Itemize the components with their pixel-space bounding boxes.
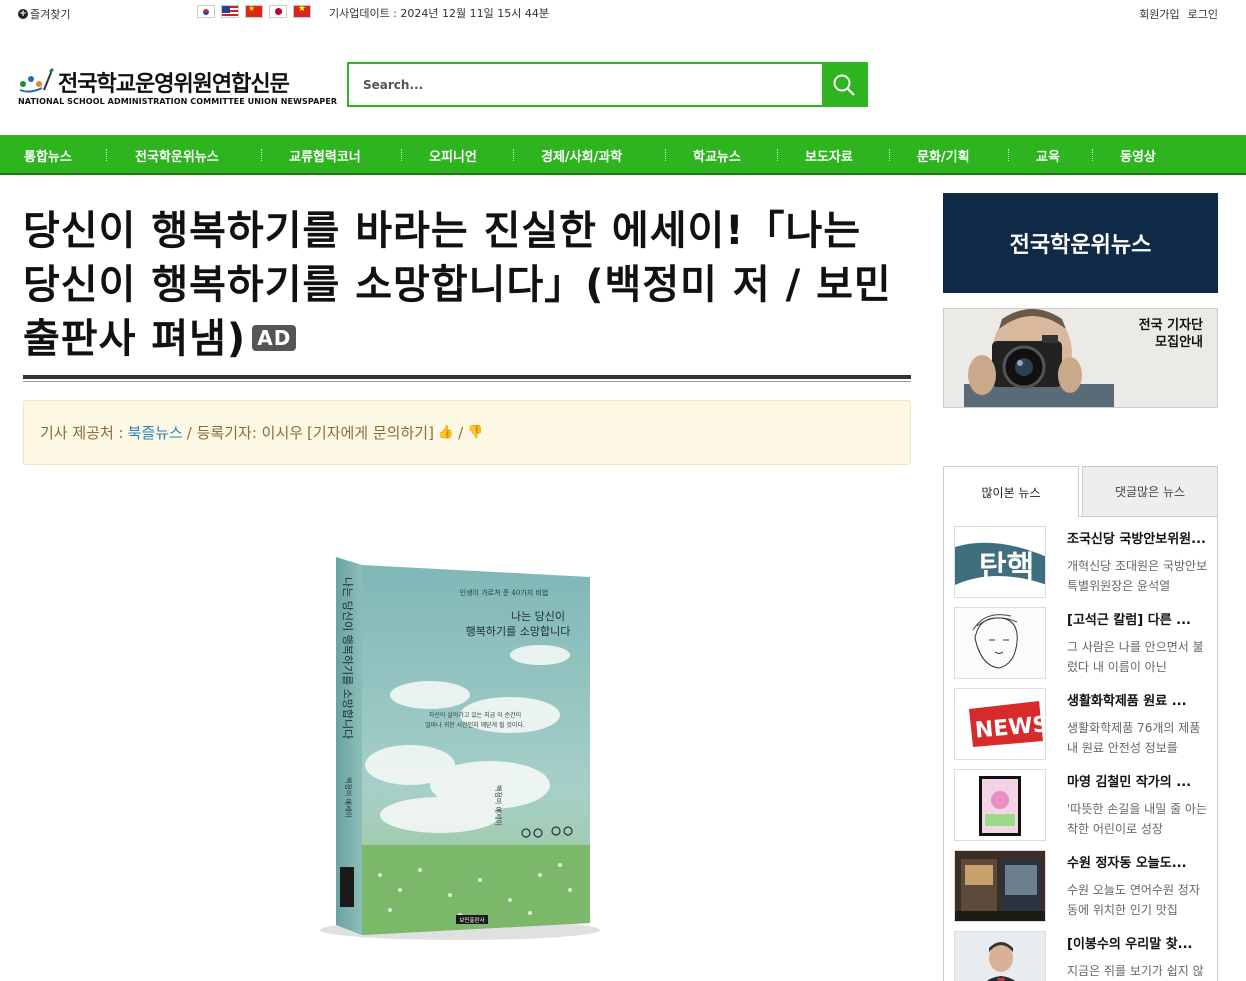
nav-item-video[interactable]: 동영상	[1120, 146, 1156, 165]
cover-publisher: 보민출판사	[459, 916, 484, 924]
recruit-line1: 전국 기자단	[1138, 318, 1203, 333]
headline-text: 당신이 행복하기를 바라는 진실한 에세이!「나는 당신이 행복하기를 소망합니…	[23, 208, 892, 362]
news-title: [이봉수의 우리말 찾...	[1067, 937, 1193, 952]
news-desc: '따뜻한 손길을 내밀 줄 아는 착한 어린이로 성장	[1067, 802, 1207, 836]
china-flag-icon[interactable]	[245, 5, 263, 18]
news-sign-thumb: NEWS	[954, 688, 1046, 760]
list-item[interactable]: 마영 김철민 작가의 ... '따뜻한 손길을 내밀 줄 아는 착한 어린이로 …	[954, 769, 1216, 844]
cover-author: 백정미 에세이	[494, 785, 503, 826]
recruit-text: 전국 기자단 모집안내	[1139, 317, 1203, 351]
nav-divider	[1008, 149, 1009, 161]
language-selector	[197, 5, 311, 18]
search-bar	[347, 62, 868, 107]
korean-flag-icon[interactable]	[197, 5, 215, 18]
search-input[interactable]	[349, 64, 822, 105]
cover-blurb-line2: 얼마나 귀한 시간인지 깨닫게 될 것이다.	[425, 721, 525, 729]
news-tabs: 많이본 뉴스 댓글많은 뉴스	[943, 466, 1218, 517]
news-title: 수원 정자동 오늘도...	[1067, 856, 1187, 871]
title-divider-thin	[23, 381, 911, 382]
plus-icon: +	[18, 9, 28, 19]
restaurant-thumb	[954, 850, 1046, 922]
cover-title-line1: 나는 당신이	[511, 610, 565, 623]
news-title: 조국신당 국방안보위원...	[1067, 532, 1206, 547]
nav-item-integrated-news[interactable]: 통합뉴스	[24, 146, 72, 165]
reporter-recruit-banner[interactable]: 전국 기자단 모집안내	[943, 308, 1218, 408]
nav-divider	[665, 149, 666, 161]
us-flag-icon[interactable]	[221, 5, 239, 18]
news-desc: 수원 오늘도 연어수원 정자동에 위치한 인기 맛집	[1067, 883, 1200, 917]
recruit-line2: 모집안내	[1155, 335, 1203, 350]
contact-reporter-link[interactable]: [기자에게 문의하기]	[307, 422, 434, 443]
nav-divider	[889, 149, 890, 161]
provider-label: 기사 제공처 :	[40, 424, 124, 442]
reporter-label: / 등록기자: 이시우	[186, 424, 304, 442]
news-title: [고석근 칼럼] 다른 ...	[1067, 613, 1191, 628]
search-icon	[833, 74, 855, 96]
impeachment-thumb: 탄핵	[954, 526, 1046, 598]
nav-item-culture[interactable]: 문화/기획	[917, 146, 970, 165]
nav-item-opinion[interactable]: 오피니언	[429, 146, 477, 165]
site-logo[interactable]: 전국학교운영위원연합신문 NATIONAL SCHOOL ADMINISTRAT…	[18, 66, 337, 110]
thumbs-up-icon[interactable]: 👍	[438, 425, 454, 440]
auth-links: 회원가입 로그인	[1139, 6, 1218, 22]
main-nav: 통합뉴스 전국학운위뉴스 교류협력코너 오피니언 경제/사회/과학 학교뉴스 보…	[0, 135, 1246, 175]
nav-divider	[401, 149, 402, 161]
news-desc: 생활화학제품 76개의 제품 내 원료 안전성 정보를	[1067, 721, 1201, 755]
tab-most-viewed[interactable]: 많이본 뉴스	[943, 466, 1079, 517]
list-item[interactable]: [고석근 칼럼] 다른 ... 그 사람은 나를 안으면서 불렀다 내 이름이 …	[954, 607, 1216, 682]
nav-item-school-committee-news[interactable]: 전국학운위뉴스	[135, 146, 219, 165]
cover-tagline: 인생이 가르쳐 준 40가지 비법	[460, 588, 549, 597]
thumb-text: 탄핵	[979, 550, 1034, 585]
news-desc: 개혁신당 조대원은 국방안보특별위원장은 윤석열	[1067, 559, 1208, 593]
school-committee-news-banner[interactable]: 전국학운위뉴스	[943, 193, 1218, 293]
nav-divider	[777, 149, 778, 161]
nav-item-education[interactable]: 교육	[1036, 146, 1060, 165]
list-item[interactable]: 탄핵 조국신당 국방안보위원... 개혁신당 조대원은 국방안보특별위원장은 윤…	[954, 526, 1216, 601]
search-button[interactable]	[822, 64, 866, 105]
logo-mark-icon	[19, 68, 54, 93]
login-link[interactable]: 로그인	[1188, 6, 1218, 22]
favorite-link[interactable]: + 즐겨찾기	[18, 6, 70, 22]
vote-separator: /	[458, 423, 464, 442]
top-bar: + 즐겨찾기 기사업데이트 : 2024년 12월 11일 15시 44분 회원…	[0, 0, 1246, 26]
news-title: 마영 김철민 작가의 ...	[1067, 775, 1192, 790]
nav-item-school-news[interactable]: 학교뉴스	[693, 146, 741, 165]
title-divider	[23, 375, 911, 379]
sketch-portrait-thumb	[954, 607, 1046, 679]
thumbs-down-icon[interactable]: 👎	[467, 425, 483, 440]
book-cover-image: 인생이 가르쳐 준 40가지 비법 나는 당신이 행복하기를 소망합니다 자신이…	[290, 545, 650, 945]
nav-item-economy[interactable]: 경제/사회/과학	[541, 146, 622, 165]
list-item[interactable]: NEWS 생활화학제품 원료 ... 생활화학제품 76개의 제품 내 원료 안…	[954, 688, 1216, 763]
japan-flag-icon[interactable]	[269, 5, 287, 18]
nav-divider	[513, 149, 514, 161]
logo-title: 전국학교운영위원연합신문	[58, 72, 290, 97]
article-byline: 기사 제공처 : 북즐뉴스 / 등록기자: 이시우 [기자에게 문의하기] 👍 …	[23, 400, 911, 465]
ad-badge: AD	[252, 325, 297, 351]
tab-most-commented[interactable]: 댓글많은 뉴스	[1082, 466, 1218, 517]
favorite-label: 즐겨찾기	[30, 8, 71, 21]
signup-link[interactable]: 회원가입	[1139, 6, 1179, 22]
list-item[interactable]: 수원 정자동 오늘도... 수원 오늘도 연어수원 정자동에 위치한 인기 맛집	[954, 850, 1216, 925]
article-headline: 당신이 행복하기를 바라는 진실한 에세이!「나는 당신이 행복하기를 소망합니…	[23, 204, 913, 366]
vietnam-flag-icon[interactable]	[293, 5, 311, 18]
news-desc: 그 사람은 나를 안으면서 불렀다 내 이름이 아닌	[1067, 640, 1204, 674]
nav-divider	[106, 149, 107, 161]
book-thumb	[954, 769, 1046, 841]
list-item[interactable]: [이봉수의 우리말 찾... 지금은 쥐를 보기가 쉽지 않다	[954, 931, 1216, 981]
nav-item-press-release[interactable]: 보도자료	[805, 146, 853, 165]
nav-item-exchange-corner[interactable]: 교류협력코너	[289, 146, 361, 165]
spine-title: 나는 당신이 행복하기를 소망합니다	[341, 577, 355, 739]
logo-subtitle: NATIONAL SCHOOL ADMINISTRATION COMMITTEE…	[18, 97, 338, 106]
news-desc: 지금은 쥐를 보기가 쉽지 않다	[1067, 964, 1204, 978]
cover-blurb-line1: 자신이 살아가고 있는 지금 이 순간이	[429, 711, 521, 719]
portrait-thumb	[954, 931, 1046, 981]
nav-divider	[1092, 149, 1093, 161]
update-timestamp: 기사업데이트 : 2024년 12월 11일 15시 44분	[329, 7, 549, 20]
provider-link[interactable]: 북즐뉴스	[128, 422, 183, 443]
nav-divider	[261, 149, 262, 161]
cover-title-line2: 행복하기를 소망합니다	[466, 624, 571, 638]
news-title: 생활화학제품 원료 ...	[1067, 694, 1187, 709]
spine-author: 백정미 에세이	[344, 777, 353, 818]
